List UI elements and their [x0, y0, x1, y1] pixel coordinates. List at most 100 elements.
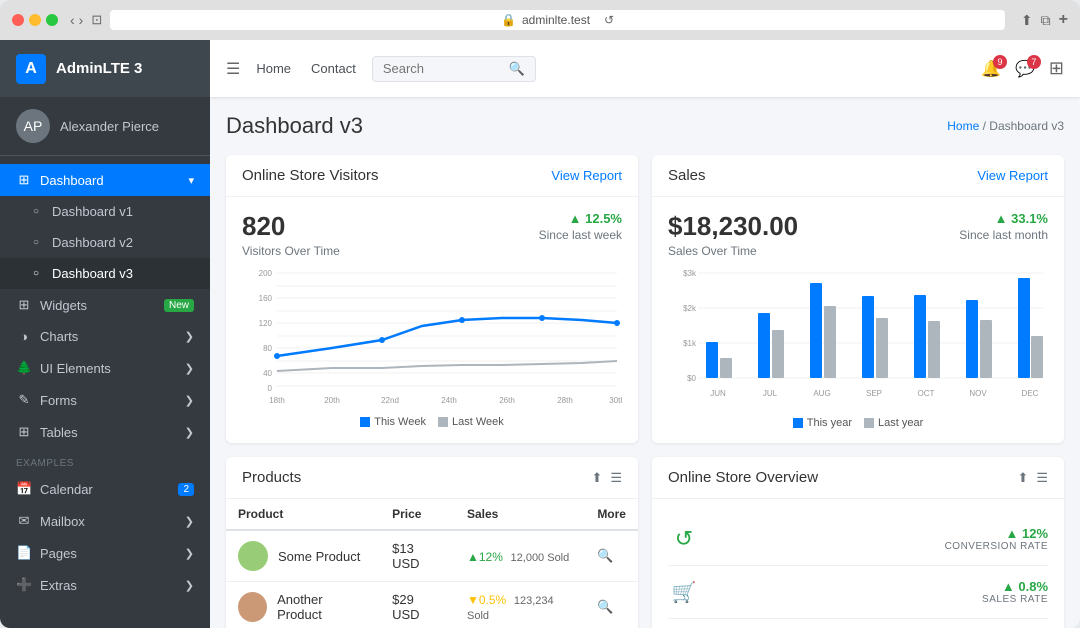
messages-badge: 7	[1027, 55, 1041, 69]
extras-icon: ➕	[16, 577, 32, 593]
search-bar: 🔍	[372, 56, 536, 82]
visitors-view-report[interactable]: View Report	[551, 168, 622, 183]
user-panel: AP Alexander Pierce	[0, 97, 210, 156]
product-name: Some Product	[278, 549, 360, 564]
svg-text:OCT: OCT	[918, 389, 935, 398]
breadcrumb-home[interactable]: Home	[947, 119, 979, 133]
circle-icon: ○	[28, 206, 44, 217]
conversion-rate-value: ▲ 12%	[945, 526, 1048, 541]
forward-button[interactable]: ›	[79, 12, 84, 28]
overview-body: ↺ ▲ 12% CONVERSION RATE 🛒 ▲ 0.8%	[652, 499, 1064, 628]
visitors-change-label: Since last week	[539, 228, 622, 242]
search-input[interactable]	[383, 61, 503, 76]
sales-change-pct: ▲ 33.1%	[959, 211, 1048, 226]
page-title: Dashboard v3	[226, 113, 363, 139]
svg-text:SEP: SEP	[866, 389, 882, 398]
browser-dots	[12, 14, 58, 26]
apps-button[interactable]: ⊞	[1049, 58, 1064, 79]
sidebar-item-label: Widgets	[40, 298, 87, 313]
sidebar-item-label: Dashboard	[40, 173, 104, 188]
notifications-button[interactable]: 🔔 9	[981, 59, 1001, 79]
products-card-title: Products	[242, 469, 301, 486]
table-row: Another Product $29 USD ▼0.5% 123,234 So…	[226, 582, 638, 628]
sidebar: A AdminLTE 3 AP Alexander Pierce ⊞ Dashb…	[0, 40, 210, 628]
nav-link-home[interactable]: Home	[252, 61, 295, 76]
brand-name: AdminLTE 3	[56, 60, 142, 77]
navbar-right: 🔔 9 💬 7 ⊞	[981, 58, 1064, 79]
reload-icon[interactable]: ↺	[604, 13, 614, 27]
sidebar-item-label: Charts	[40, 329, 78, 344]
visitors-chart: 200 160 120 80 40 0	[242, 268, 622, 408]
menu-icon[interactable]: ☰	[610, 470, 622, 486]
chevron-right-icon: ❯	[185, 579, 194, 592]
security-icon: 🔒	[501, 13, 516, 27]
svg-text:22nd: 22nd	[381, 396, 399, 405]
back-button[interactable]: ‹	[70, 12, 75, 28]
col-price: Price	[380, 499, 455, 530]
menu-toggle[interactable]: ☰	[226, 59, 240, 79]
sidebar-item-calendar[interactable]: 📅 Calendar 2	[0, 473, 210, 505]
sidebar-item-label: Dashboard v1	[52, 204, 133, 219]
sidebar-item-label: Dashboard v2	[52, 235, 133, 250]
sidebar-item-charts[interactable]: ◑ Charts ❯	[0, 321, 210, 352]
calendar-badge: 2	[178, 483, 194, 496]
col-product: Product	[226, 499, 380, 530]
visitors-change-pct: ▲ 12.5%	[539, 211, 622, 226]
upload-icon[interactable]: ⬆	[1017, 470, 1028, 486]
svg-text:80: 80	[263, 344, 272, 353]
cart-icon: 🛒	[668, 576, 700, 608]
svg-text:120: 120	[259, 319, 273, 328]
plus-button[interactable]: +	[1059, 11, 1068, 29]
tab-button[interactable]: ⧉	[1041, 11, 1051, 29]
nav-link-contact[interactable]: Contact	[307, 61, 360, 76]
visitors-card-body: 820 Visitors Over Time ▲ 12.5% Since las…	[226, 197, 638, 442]
svg-text:18th: 18th	[269, 396, 285, 405]
sidebar-item-label: Extras	[40, 578, 77, 593]
chevron-down-icon: ▾	[188, 174, 194, 187]
sidebar-item-label: UI Elements	[40, 361, 111, 376]
charts-icon: ◑	[16, 329, 32, 344]
chevron-right-icon: ❯	[185, 330, 194, 343]
product-cell: Some Product	[238, 541, 368, 571]
dot-green	[46, 14, 58, 26]
top-cards-row: Online Store Visitors View Report 820 Vi…	[226, 155, 1064, 443]
svg-text:NOV: NOV	[969, 389, 987, 398]
sidebar-item-mailbox[interactable]: ✉ Mailbox ❯	[0, 505, 210, 537]
sidebar-item-extras[interactable]: ➕ Extras ❯	[0, 569, 210, 601]
sidebar-item-label: Tables	[40, 425, 78, 440]
sales-stat-label: Sales Over Time	[668, 244, 798, 258]
chevron-right-icon: ❯	[185, 515, 194, 528]
sales-card-title: Sales	[668, 167, 706, 184]
sidebar-item-widgets[interactable]: ⊞ Widgets New	[0, 289, 210, 321]
svg-text:DEC: DEC	[1022, 389, 1039, 398]
sidebar-item-tables[interactable]: ⊞ Tables ❯	[0, 416, 210, 448]
sidebar-item-dashboard-v1[interactable]: ○ Dashboard v1	[0, 196, 210, 227]
svg-text:28th: 28th	[557, 396, 573, 405]
chevron-right-icon: ❯	[185, 362, 194, 375]
product-search-button[interactable]: 🔍	[585, 582, 638, 628]
svg-text:160: 160	[259, 294, 273, 303]
sidebar-item-ui-elements[interactable]: 🌲 UI Elements ❯	[0, 352, 210, 384]
share-button[interactable]: ⬆	[1021, 11, 1033, 29]
window-controls[interactable]: ⊡	[91, 12, 102, 28]
sidebar-item-dashboard-v2[interactable]: ○ Dashboard v2	[0, 227, 210, 258]
sidebar-item-pages[interactable]: 📄 Pages ❯	[0, 537, 210, 569]
col-sales: Sales	[455, 499, 585, 530]
sales-view-report[interactable]: View Report	[977, 168, 1048, 183]
visitors-line-chart: 200 160 120 80 40 0	[242, 268, 622, 408]
dot-red	[12, 14, 24, 26]
new-badge: New	[164, 299, 194, 312]
page-header: Dashboard v3 Home / Dashboard v3	[226, 113, 1064, 139]
sidebar-item-forms[interactable]: ✎ Forms ❯	[0, 384, 210, 416]
messages-button[interactable]: 💬 7	[1015, 59, 1035, 79]
menu-icon[interactable]: ☰	[1036, 470, 1048, 486]
sidebar-item-dashboard-v3[interactable]: ○ Dashboard v3	[0, 258, 210, 289]
sidebar-item-label: Dashboard v3	[52, 266, 133, 281]
product-search-button[interactable]: 🔍	[585, 530, 638, 582]
sidebar-item-dashboard[interactable]: ⊞ Dashboard ▾	[0, 164, 210, 196]
upload-icon[interactable]: ⬆	[591, 470, 602, 486]
svg-text:40: 40	[263, 369, 272, 378]
sidebar-nav: ⊞ Dashboard ▾ ○ Dashboard v1 ○ Dashboard…	[0, 156, 210, 628]
visitors-card: Online Store Visitors View Report 820 Vi…	[226, 155, 638, 443]
address-bar[interactable]: 🔒 adminlte.test ↺	[110, 10, 1005, 30]
